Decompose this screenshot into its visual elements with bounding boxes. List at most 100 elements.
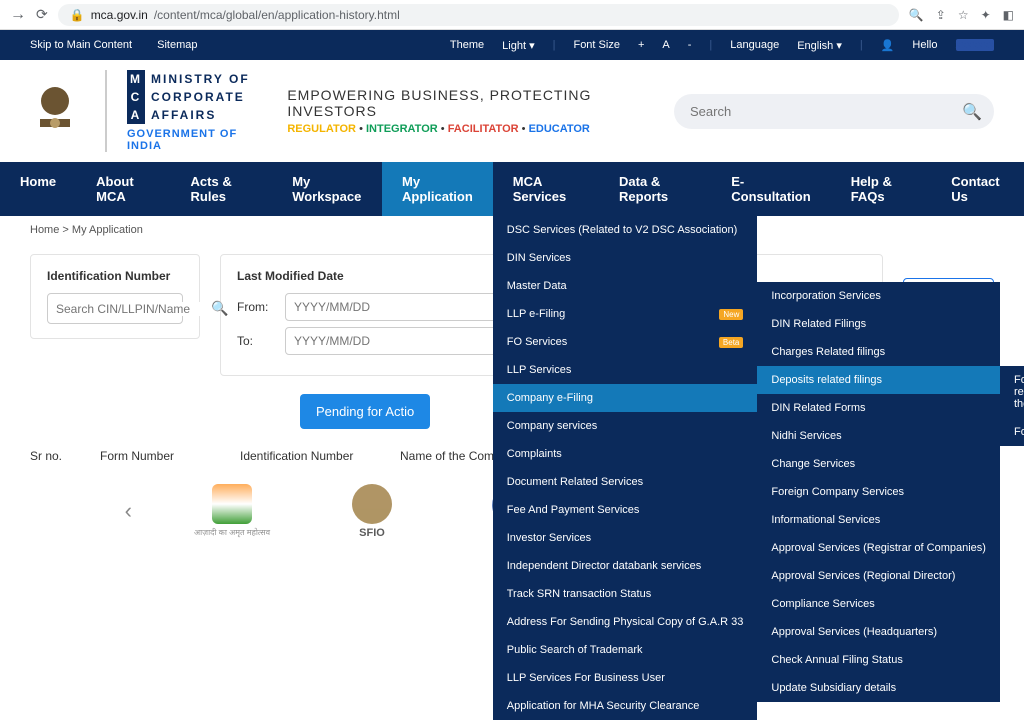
- nav-my-application[interactable]: My Application: [382, 162, 493, 216]
- submenu-subsidiary[interactable]: Update Subsidiary details: [757, 674, 1000, 702]
- breadcrumb-home[interactable]: Home: [30, 224, 59, 236]
- site-header: MMINISTRY OF CCORPORATE AAFFAIRS GOVERNM…: [0, 60, 1024, 162]
- sub-tagline: REGULATOR • INTEGRATOR • FACILITATOR • E…: [287, 123, 649, 135]
- skip-link[interactable]: Skip to Main Content: [30, 39, 132, 51]
- submenu-deposits[interactable]: Deposits related filings Form DPT 4 – St…: [757, 366, 1000, 394]
- logo-azadi[interactable]: आज़ादी का अमृत महोत्सव: [192, 481, 272, 541]
- share-icon[interactable]: ⇪: [936, 8, 946, 22]
- submenu-incorporation[interactable]: Incorporation Services: [757, 282, 1000, 310]
- site-search-input[interactable]: [674, 94, 994, 129]
- lock-icon: 🔒: [70, 8, 85, 22]
- menu-company-efiling[interactable]: Company e-Filing Incorporation Services …: [493, 384, 758, 412]
- language-select[interactable]: English ▾: [797, 39, 842, 52]
- theme-label: Theme: [450, 39, 484, 51]
- font-increase-button[interactable]: +: [638, 39, 644, 51]
- menu-dsc-services[interactable]: DSC Services (Related to V2 DSC Associat…: [493, 216, 758, 244]
- menu-fo-services[interactable]: FO ServicesBeta: [493, 328, 758, 356]
- submenu-approval-rd[interactable]: Approval Services (Regional Director): [757, 562, 1000, 590]
- col-identification: Identification Number: [240, 449, 380, 463]
- mca-services-menu: DSC Services (Related to V2 DSC Associat…: [493, 216, 758, 720]
- menu-fee-payment[interactable]: Fee And Payment Services: [493, 496, 758, 524]
- profile-icon[interactable]: ◧: [1003, 8, 1014, 22]
- url-bar[interactable]: 🔒 mca.gov.in/content/mca/global/en/appli…: [58, 4, 899, 26]
- deposits-submenu: Form DPT 4 – Statement regarding deposit…: [1000, 366, 1024, 446]
- nav-help[interactable]: Help & FAQs: [831, 162, 932, 216]
- font-decrease-button[interactable]: -: [688, 39, 692, 51]
- form-dpt4[interactable]: Form DPT 4 – Statement regarding deposit…: [1000, 366, 1024, 418]
- bookmark-icon[interactable]: ☆: [958, 8, 969, 22]
- search-icon[interactable]: 🔍: [211, 300, 228, 317]
- col-form-number: Form Number: [100, 449, 220, 463]
- theme-select[interactable]: Light ▾: [502, 39, 534, 52]
- menu-doc-services[interactable]: Document Related Services: [493, 468, 758, 496]
- identification-filter: Identification Number 🔍: [30, 254, 200, 339]
- submenu-annual-filing[interactable]: Check Annual Filing Status: [757, 646, 1000, 674]
- menu-track-srn[interactable]: Track SRN transaction Status: [493, 580, 758, 608]
- logo-sfio[interactable]: SFIO: [332, 481, 412, 541]
- nav-acts[interactable]: Acts & Rules: [171, 162, 273, 216]
- submenu-foreign[interactable]: Foreign Company Services: [757, 478, 1000, 506]
- menu-trademark[interactable]: Public Search of Trademark: [493, 636, 758, 664]
- submenu-din-forms[interactable]: DIN Related Forms: [757, 394, 1000, 422]
- reload-icon[interactable]: ⟳: [36, 6, 48, 23]
- goi-text: GOVERNMENT OF INDIA: [127, 128, 262, 152]
- submenu-informational[interactable]: Informational Services: [757, 506, 1000, 534]
- submenu-change[interactable]: Change Services: [757, 450, 1000, 478]
- font-reset-button[interactable]: A: [662, 39, 669, 51]
- menu-complaints[interactable]: Complaints: [493, 440, 758, 468]
- tagline: EMPOWERING BUSINESS, PROTECTING INVESTOR…: [287, 87, 649, 119]
- from-label: From:: [237, 300, 275, 314]
- submenu-charges[interactable]: Charges Related filings: [757, 338, 1000, 366]
- submenu-approval-roc[interactable]: Approval Services (Registrar of Companie…: [757, 534, 1000, 562]
- menu-llp-efiling[interactable]: LLP e-FilingNew: [493, 300, 758, 328]
- site-search: 🔍: [674, 94, 994, 129]
- menu-llp-services[interactable]: LLP Services: [493, 356, 758, 384]
- font-size-label: Font Size: [573, 39, 619, 51]
- nav-workspace[interactable]: My Workspace: [272, 162, 382, 216]
- forward-icon[interactable]: →: [10, 6, 26, 24]
- menu-investor[interactable]: Investor Services: [493, 524, 758, 552]
- browser-toolbar: → ⟳ 🔒 mca.gov.in/content/mca/global/en/a…: [0, 0, 1024, 30]
- submenu-din-filings[interactable]: DIN Related Filings: [757, 310, 1000, 338]
- user-name-redacted: xxxxxxx: [956, 39, 995, 51]
- extensions-icon[interactable]: ✦: [981, 8, 991, 22]
- user-greeting: Hello: [912, 39, 937, 51]
- utility-bar: Skip to Main Content Sitemap Theme Light…: [0, 30, 1024, 60]
- url-domain: mca.gov.in: [91, 8, 148, 22]
- pending-action-button[interactable]: Pending for Actio: [300, 394, 430, 429]
- nav-home[interactable]: Home: [0, 162, 76, 216]
- nav-about[interactable]: About MCA: [76, 162, 170, 216]
- search-icon[interactable]: 🔍: [962, 102, 982, 122]
- national-emblem-icon: [30, 76, 80, 146]
- nav-mca-services[interactable]: MCA Services DSC Services (Related to V2…: [493, 162, 599, 216]
- menu-din-services[interactable]: DIN Services: [493, 244, 758, 272]
- col-srno: Sr no.: [30, 449, 80, 463]
- to-label: To:: [237, 334, 275, 348]
- menu-master-data[interactable]: Master Data: [493, 272, 758, 300]
- carousel-prev-icon[interactable]: ‹: [125, 498, 132, 524]
- menu-id-databank[interactable]: Independent Director databank services: [493, 552, 758, 580]
- nav-econsultation[interactable]: E-Consultation: [711, 162, 830, 216]
- submenu-compliance[interactable]: Compliance Services: [757, 590, 1000, 618]
- identification-label: Identification Number: [47, 269, 183, 283]
- url-path: /content/mca/global/en/application-histo…: [154, 8, 400, 22]
- company-efiling-submenu: Incorporation Services DIN Related Filin…: [757, 282, 1000, 702]
- menu-company-services[interactable]: Company services: [493, 412, 758, 440]
- user-icon[interactable]: 👤: [881, 39, 895, 52]
- submenu-approval-hq[interactable]: Approval Services (Headquarters): [757, 618, 1000, 646]
- breadcrumb-sep: >: [62, 224, 68, 236]
- submenu-nidhi[interactable]: Nidhi Services: [757, 422, 1000, 450]
- sitemap-link[interactable]: Sitemap: [157, 39, 197, 51]
- ministry-logo: MMINISTRY OF CCORPORATE AAFFAIRS GOVERNM…: [105, 70, 262, 152]
- form-dpt3[interactable]: Form DPT 3 – Return of deposits: [1000, 418, 1024, 446]
- menu-llp-business[interactable]: LLP Services For Business User: [493, 664, 758, 692]
- nav-contact[interactable]: Contact Us: [931, 162, 1024, 216]
- search-actions-icon[interactable]: 🔍: [909, 8, 924, 22]
- nav-data-reports[interactable]: Data & Reports: [599, 162, 711, 216]
- identification-input[interactable]: [56, 302, 211, 316]
- language-label: Language: [730, 39, 779, 51]
- menu-gar33[interactable]: Address For Sending Physical Copy of G.A…: [493, 608, 758, 636]
- main-nav: Home About MCA Acts & Rules My Workspace…: [0, 162, 1024, 216]
- tagline-block: EMPOWERING BUSINESS, PROTECTING INVESTOR…: [287, 87, 649, 135]
- menu-mha-clearance[interactable]: Application for MHA Security Clearance: [493, 692, 758, 720]
